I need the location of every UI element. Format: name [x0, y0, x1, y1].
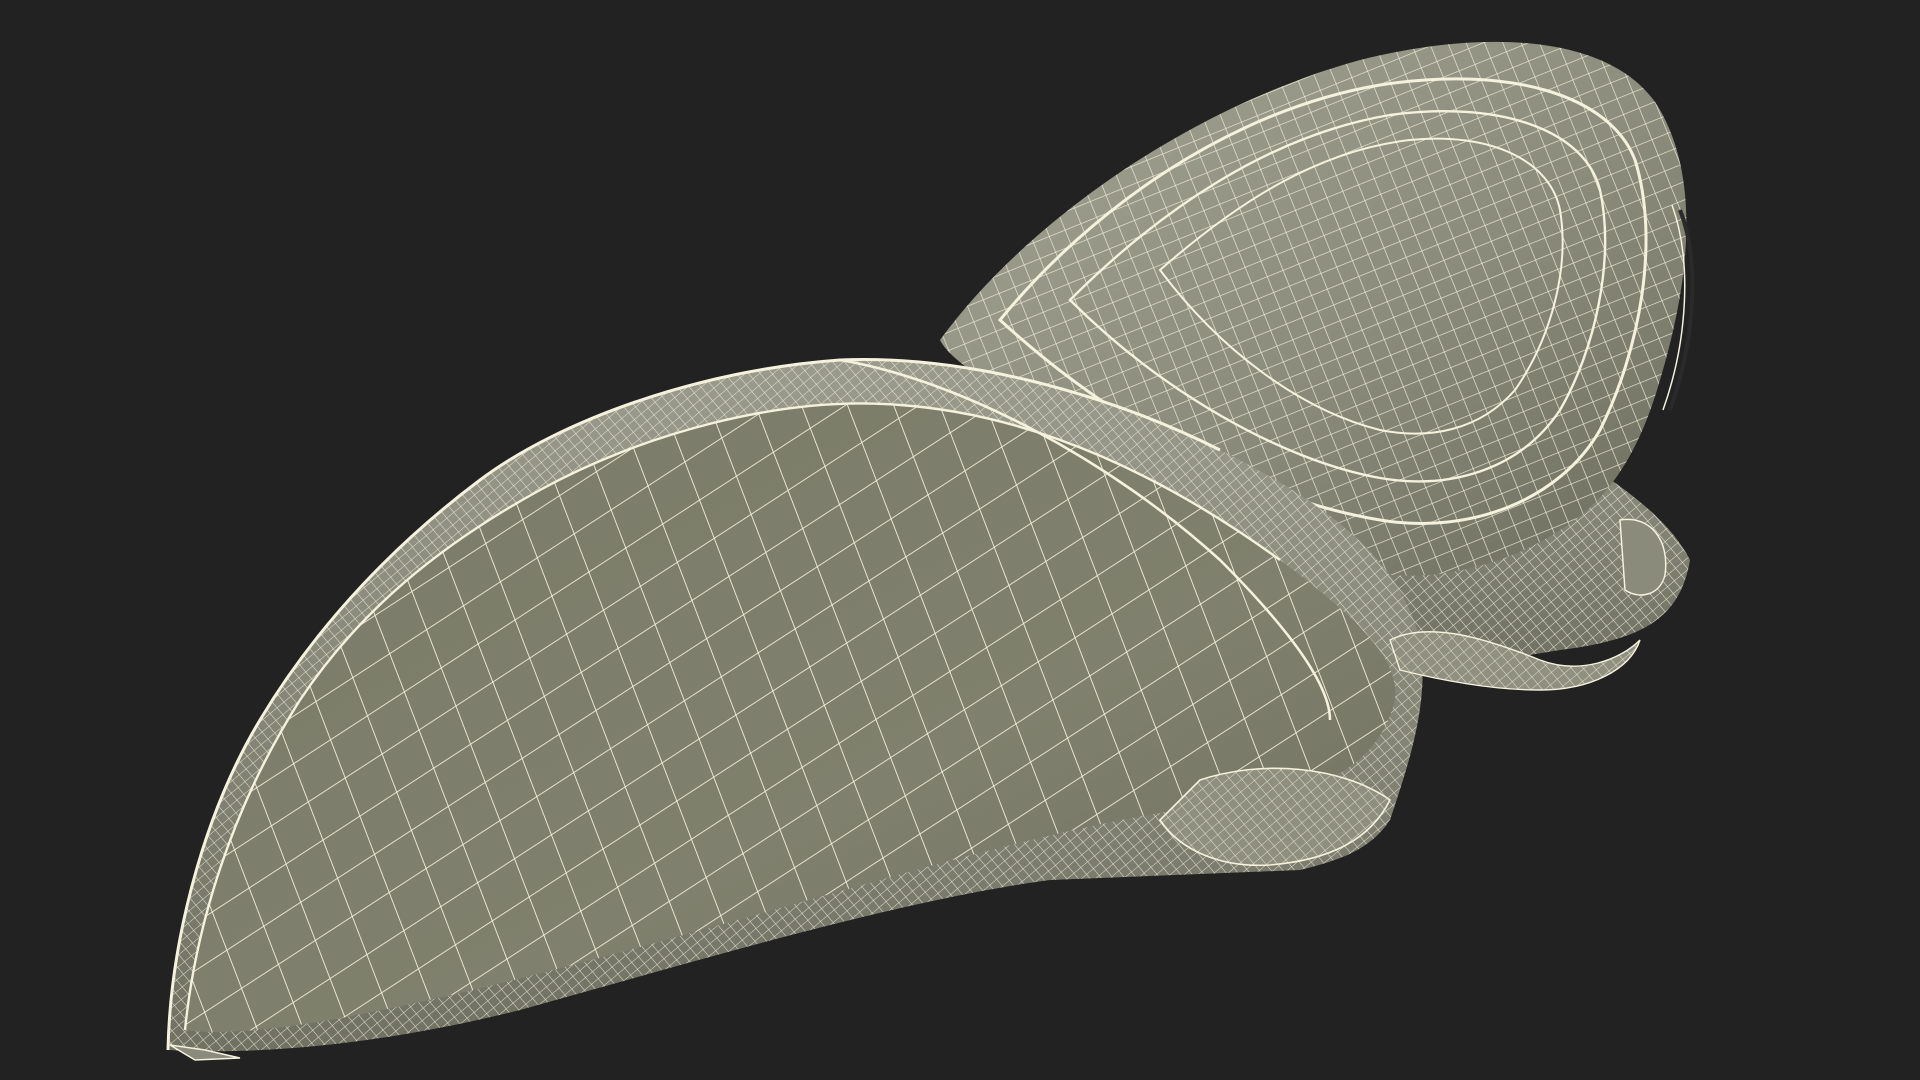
3d-viewport[interactable]	[0, 0, 1920, 1080]
front-shell-wireframe[interactable]	[166, 358, 1423, 1061]
wireframe-render	[166, 41, 1695, 1061]
